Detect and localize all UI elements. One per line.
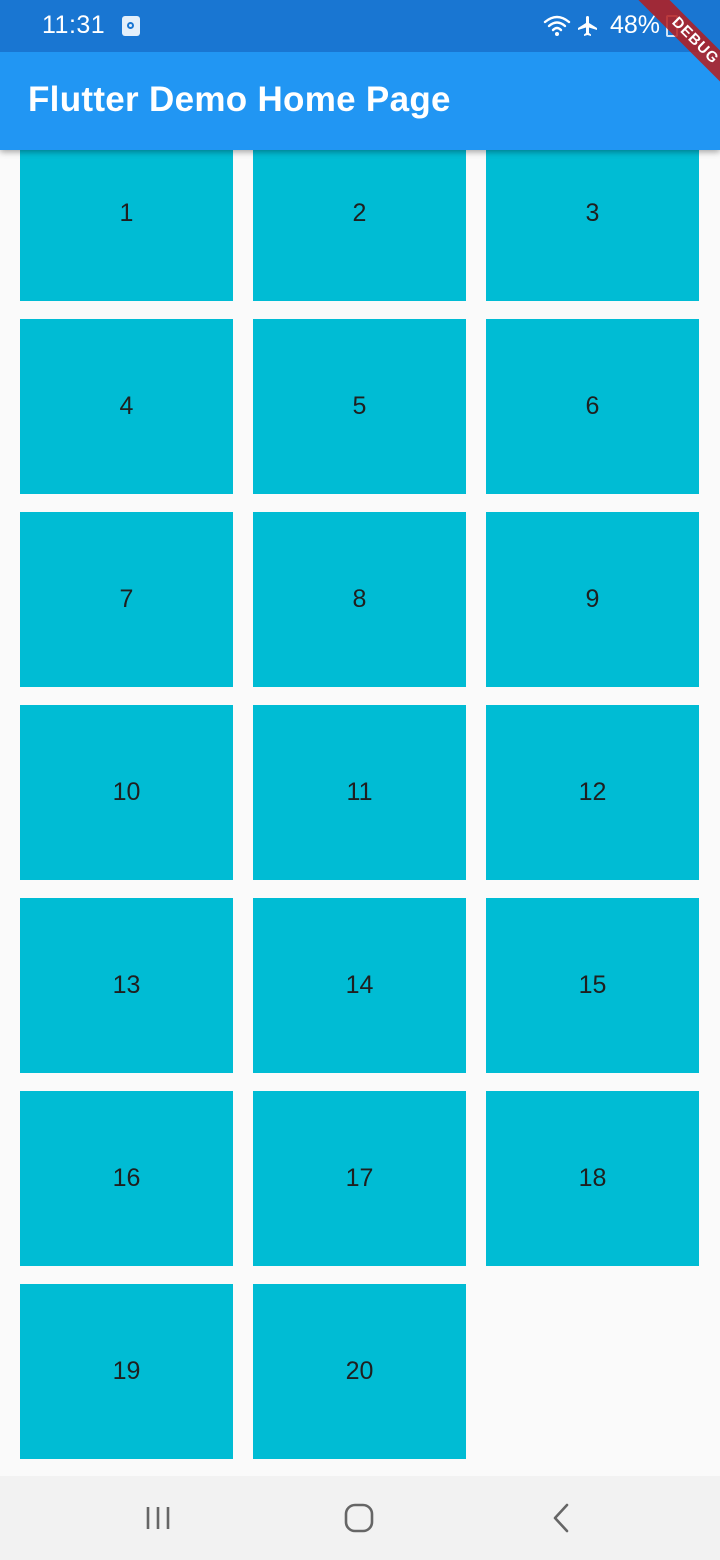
grid-tile-label: 5 xyxy=(352,392,367,420)
grid-tile-label: 6 xyxy=(585,392,600,420)
grid-tile[interactable]: 8 xyxy=(253,512,466,687)
app-notification-icon xyxy=(122,16,140,36)
status-bar: 11:31 48% xyxy=(0,0,720,52)
grid-tile[interactable]: 18 xyxy=(486,1091,699,1266)
battery-percentage: 48% xyxy=(610,11,661,39)
back-icon xyxy=(553,1503,569,1533)
recents-button[interactable] xyxy=(136,1496,180,1540)
grid-tile-label: 13 xyxy=(112,971,141,999)
grid-tile-label: 10 xyxy=(112,778,141,806)
grid-tile-label: 20 xyxy=(345,1357,374,1385)
grid-tile[interactable]: 6 xyxy=(486,319,699,494)
grid-tile-label: 18 xyxy=(578,1164,607,1192)
wifi-icon xyxy=(542,13,572,42)
grid-tile[interactable]: 11 xyxy=(253,705,466,880)
grid-tile-label: 7 xyxy=(119,585,134,613)
grid-tile[interactable]: 5 xyxy=(253,319,466,494)
grid-tile-label: 8 xyxy=(352,585,367,613)
grid-scroll-area[interactable]: 1 2 3 4 5 6 7 8 9 10 11 12 13 14 15 16 17 18 19 20 xyxy=(0,150,720,1476)
grid-tile-label: 1 xyxy=(119,199,134,227)
grid-tile[interactable]: 16 xyxy=(20,1091,233,1266)
grid-tile-label: 2 xyxy=(352,199,367,227)
grid-tile-label: 14 xyxy=(345,971,374,999)
grid-tile-label: 16 xyxy=(112,1164,141,1192)
status-time: 11:31 xyxy=(42,11,106,39)
app-bar: Flutter Demo Home Page xyxy=(0,52,720,150)
grid-tile[interactable]: 1 xyxy=(20,150,233,301)
grid-tile[interactable]: 19 xyxy=(20,1284,233,1459)
grid-tile-label: 19 xyxy=(112,1357,141,1385)
grid-tile-label: 3 xyxy=(585,199,600,227)
grid-tile[interactable]: 3 xyxy=(486,150,699,301)
grid-tile-label: 11 xyxy=(346,778,373,806)
grid-tile[interactable]: 4 xyxy=(20,319,233,494)
grid-tile[interactable]: 14 xyxy=(253,898,466,1073)
grid-tile[interactable]: 7 xyxy=(20,512,233,687)
home-button[interactable] xyxy=(337,1496,381,1540)
page-title: Flutter Demo Home Page xyxy=(28,80,451,119)
airplane-mode-icon xyxy=(576,14,600,43)
system-nav-bar xyxy=(0,1476,720,1560)
grid-tile[interactable]: 15 xyxy=(486,898,699,1073)
grid-tile[interactable]: 20 xyxy=(253,1284,466,1459)
grid-tile[interactable]: 13 xyxy=(20,898,233,1073)
recents-icon xyxy=(146,1507,170,1529)
battery-icon xyxy=(666,15,678,37)
grid-tile-label: 9 xyxy=(585,585,600,613)
grid-tile-label: 4 xyxy=(119,392,134,420)
grid-tile-label: 12 xyxy=(578,778,607,806)
grid-tile[interactable]: 2 xyxy=(253,150,466,301)
grid-tile-label: 17 xyxy=(345,1164,374,1192)
grid-tile-label: 15 xyxy=(578,971,607,999)
grid-tile[interactable]: 9 xyxy=(486,512,699,687)
grid-tile[interactable]: 10 xyxy=(20,705,233,880)
home-icon xyxy=(344,1503,374,1533)
grid-tile[interactable]: 12 xyxy=(486,705,699,880)
back-button[interactable] xyxy=(540,1496,584,1540)
grid-tile[interactable]: 17 xyxy=(253,1091,466,1266)
tile-grid: 1 2 3 4 5 6 7 8 9 10 11 12 13 14 15 16 17 18 19 20 xyxy=(20,150,700,1459)
